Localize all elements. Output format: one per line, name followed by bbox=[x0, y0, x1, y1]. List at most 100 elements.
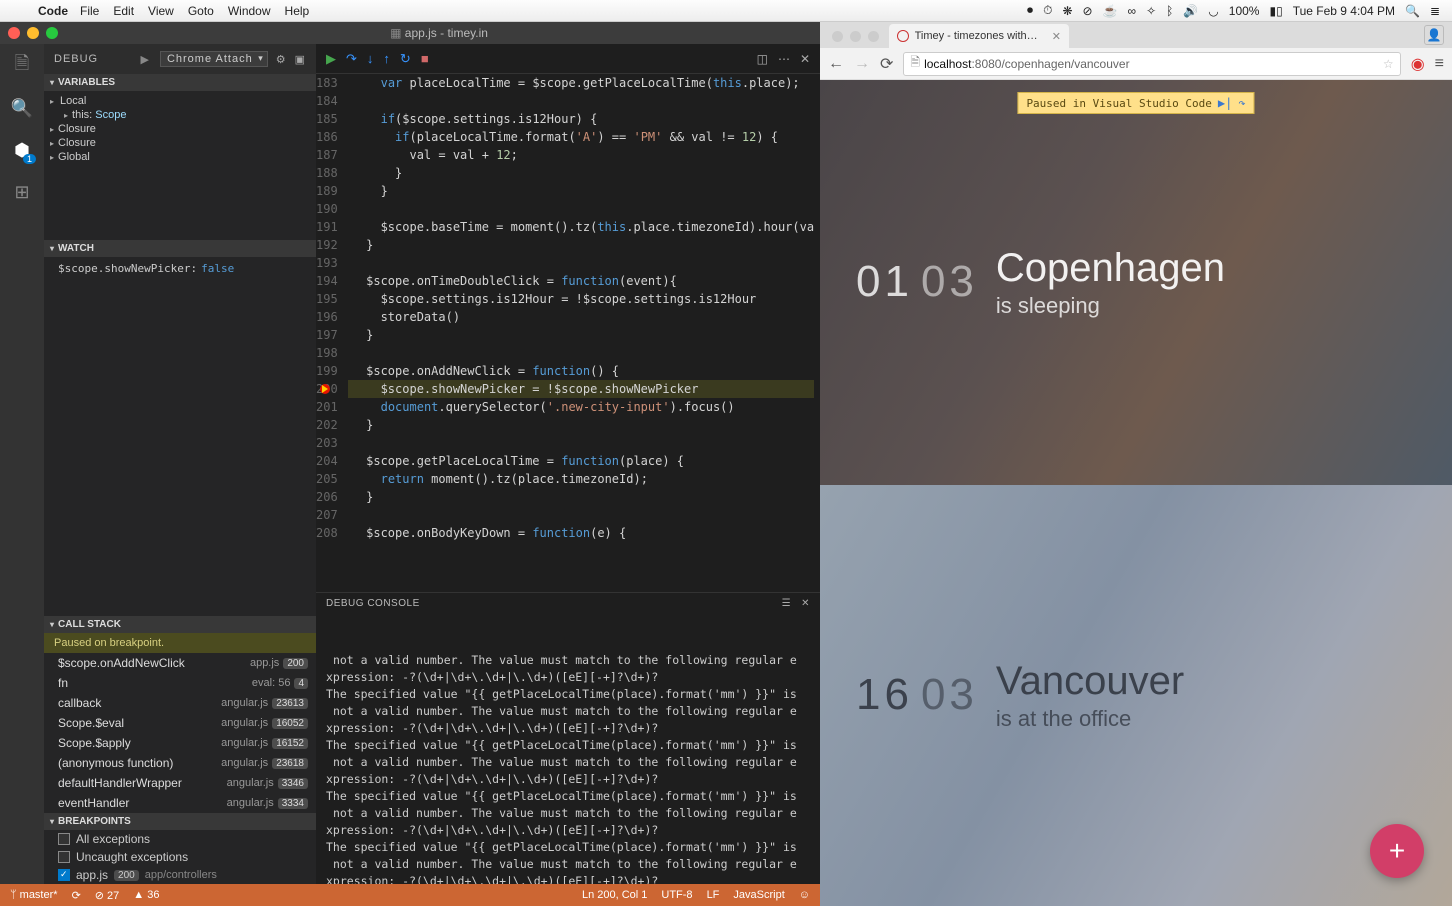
close-editor-icon[interactable]: ✕ bbox=[800, 52, 810, 66]
explorer-icon[interactable]: 🗎 bbox=[10, 54, 34, 78]
bluetooth-icon[interactable]: ᛒ bbox=[1166, 4, 1173, 18]
checkbox[interactable] bbox=[58, 869, 70, 881]
stop-icon[interactable]: ■ bbox=[421, 51, 429, 67]
close-button[interactable] bbox=[8, 27, 20, 39]
debug-config-select[interactable]: Chrome Attach bbox=[160, 51, 268, 67]
callstack-frame[interactable]: callbackangular.js23613 bbox=[44, 693, 316, 713]
rec-icon[interactable]: ⏺ bbox=[1027, 3, 1033, 18]
battery-pct[interactable]: 100% bbox=[1229, 4, 1260, 18]
profile-icon[interactable]: 👤 bbox=[1424, 25, 1444, 45]
close-tab-icon[interactable]: ✕ bbox=[1052, 30, 1061, 43]
browser-tab[interactable]: Timey - timezones with a h ✕ bbox=[889, 24, 1069, 48]
cursor-pos[interactable]: Ln 200, Col 1 bbox=[582, 889, 647, 901]
menu-goto[interactable]: Goto bbox=[188, 4, 214, 18]
clock-icon[interactable]: ⏱ bbox=[1043, 3, 1052, 18]
watch-expr[interactable]: $scope.showNewPicker:false bbox=[58, 260, 310, 277]
callstack-frame[interactable]: Scope.$applyangular.js16152 bbox=[44, 733, 316, 753]
bookmark-icon[interactable]: ☆ bbox=[1383, 57, 1394, 71]
callstack-frame[interactable]: (anonymous function)angular.js23618 bbox=[44, 753, 316, 773]
extension-icon[interactable]: ◉ bbox=[1411, 54, 1425, 74]
step-icon[interactable]: ↷ bbox=[1238, 96, 1245, 110]
reload-icon[interactable]: ⟳ bbox=[880, 54, 893, 74]
bp-uncaught[interactable]: Uncaught exceptions bbox=[44, 848, 316, 866]
encoding[interactable]: UTF-8 bbox=[661, 889, 692, 901]
app-name[interactable]: Code bbox=[38, 4, 68, 18]
gutter[interactable]: 1831841851861871881891901911921931941951… bbox=[316, 74, 348, 592]
menu-file[interactable]: File bbox=[80, 4, 99, 18]
split-icon[interactable]: ◫ bbox=[757, 52, 768, 66]
callstack-frame[interactable]: $scope.onAddNewClickapp.js200 bbox=[44, 653, 316, 673]
console-header[interactable]: DEBUG CONSOLE ☰ ✕ bbox=[316, 592, 820, 614]
callstack-header[interactable]: CALL STACK bbox=[44, 616, 316, 633]
callstack-frame[interactable]: Scope.$evalangular.js16052 bbox=[44, 713, 316, 733]
code-editor[interactable]: 1831841851861871881891901911921931941951… bbox=[316, 74, 820, 592]
city-pane-copenhagen[interactable]: 0103 Copenhagen is sleeping bbox=[820, 80, 1452, 485]
spotlight-icon[interactable]: 🔍 bbox=[1405, 4, 1420, 18]
minimize-button[interactable] bbox=[27, 27, 39, 39]
search-icon[interactable]: 🔍 bbox=[10, 96, 34, 120]
bp-all-exceptions[interactable]: All exceptions bbox=[44, 830, 316, 848]
bp-item[interactable]: app.js200app/controllers bbox=[44, 866, 316, 884]
var-this[interactable]: this: bbox=[72, 109, 92, 121]
city-pane-vancouver[interactable]: 1603 Vancouver is at the office bbox=[820, 485, 1452, 906]
feedback-icon[interactable]: ☺ bbox=[799, 889, 810, 901]
close-button[interactable] bbox=[832, 31, 843, 42]
cloud-icon[interactable]: ∞ bbox=[1128, 4, 1137, 18]
scope-local[interactable]: Local bbox=[60, 95, 86, 107]
callstack-frame[interactable]: defaultHandlerWrapperangular.js3346 bbox=[44, 773, 316, 793]
breakpoints-header[interactable]: BREAKPOINTS bbox=[44, 813, 316, 830]
vscode-titlebar[interactable]: ▦ app.js - timey.in bbox=[0, 22, 820, 44]
extensions-icon[interactable]: ⊞ bbox=[10, 180, 34, 204]
back-icon[interactable]: ← bbox=[828, 55, 844, 73]
variables-header[interactable]: VARIABLES bbox=[44, 74, 316, 91]
check-icon[interactable]: ⊘ bbox=[1083, 4, 1093, 18]
checkbox[interactable] bbox=[58, 851, 70, 863]
scope-global[interactable]: Global bbox=[58, 151, 90, 163]
close-console-icon[interactable]: ✕ bbox=[801, 598, 810, 609]
resume-icon[interactable]: ▶| bbox=[1218, 96, 1232, 110]
scope-closure[interactable]: Closure bbox=[58, 137, 96, 149]
step-over-icon[interactable]: ↷ bbox=[346, 51, 357, 67]
evernote-icon[interactable]: ❋ bbox=[1062, 4, 1072, 18]
start-debug-icon[interactable]: ▶ bbox=[140, 53, 149, 66]
battery-icon[interactable]: ▮▯ bbox=[1269, 4, 1282, 18]
callstack-frame[interactable]: eventHandlerangular.js3334 bbox=[44, 793, 316, 813]
eol[interactable]: LF bbox=[707, 889, 720, 901]
code-body[interactable]: var placeLocalTime = $scope.getPlaceLoca… bbox=[348, 74, 820, 592]
console-icon[interactable]: ▣ bbox=[295, 53, 306, 66]
git-branch[interactable]: ᛘ master* bbox=[10, 889, 58, 901]
watch-header[interactable]: WATCH bbox=[44, 240, 316, 257]
filter-icon[interactable]: ☰ bbox=[782, 598, 791, 609]
forward-icon[interactable]: → bbox=[854, 55, 870, 73]
callstack-frame[interactable]: fneval: 564 bbox=[44, 673, 316, 693]
wifi-icon[interactable]: ◡ bbox=[1208, 4, 1218, 18]
cup-icon[interactable]: ☕ bbox=[1103, 4, 1118, 18]
lang[interactable]: JavaScript bbox=[733, 889, 784, 901]
menu-edit[interactable]: Edit bbox=[113, 4, 134, 18]
add-city-button[interactable]: + bbox=[1370, 824, 1424, 878]
menu-window[interactable]: Window bbox=[228, 4, 271, 18]
maximize-button[interactable] bbox=[868, 31, 879, 42]
menu-view[interactable]: View bbox=[148, 4, 174, 18]
maximize-button[interactable] bbox=[46, 27, 58, 39]
dropbox-icon[interactable]: ✧ bbox=[1146, 4, 1156, 18]
warnings[interactable]: ▲ 36 bbox=[133, 889, 159, 901]
step-into-icon[interactable]: ↓ bbox=[367, 51, 374, 67]
continue-icon[interactable]: ▶ bbox=[326, 51, 336, 67]
notifications-icon[interactable]: ≣ bbox=[1430, 4, 1440, 18]
menu-icon[interactable]: ≡ bbox=[1435, 55, 1444, 73]
site-info-icon[interactable]: 🗎 bbox=[910, 53, 920, 74]
more-icon[interactable]: ⋯ bbox=[778, 52, 790, 66]
sync-icon[interactable]: ⟳ bbox=[72, 889, 81, 902]
menu-help[interactable]: Help bbox=[285, 4, 310, 18]
restart-icon[interactable]: ↻ bbox=[400, 51, 411, 67]
step-out-icon[interactable]: ↑ bbox=[383, 51, 390, 67]
clock-text[interactable]: Tue Feb 9 4:04 PM bbox=[1293, 4, 1395, 18]
omnibox[interactable]: 🗎 localhost:8080/copenhagen/vancouver ☆ bbox=[903, 52, 1400, 76]
minimize-button[interactable] bbox=[850, 31, 861, 42]
scope-closure[interactable]: Closure bbox=[58, 123, 96, 135]
errors[interactable]: ⊘ 27 bbox=[95, 889, 120, 902]
checkbox[interactable] bbox=[58, 833, 70, 845]
gear-icon[interactable]: ⚙ bbox=[276, 53, 287, 66]
debug-activity-icon[interactable]: ⬢1 bbox=[10, 138, 34, 162]
